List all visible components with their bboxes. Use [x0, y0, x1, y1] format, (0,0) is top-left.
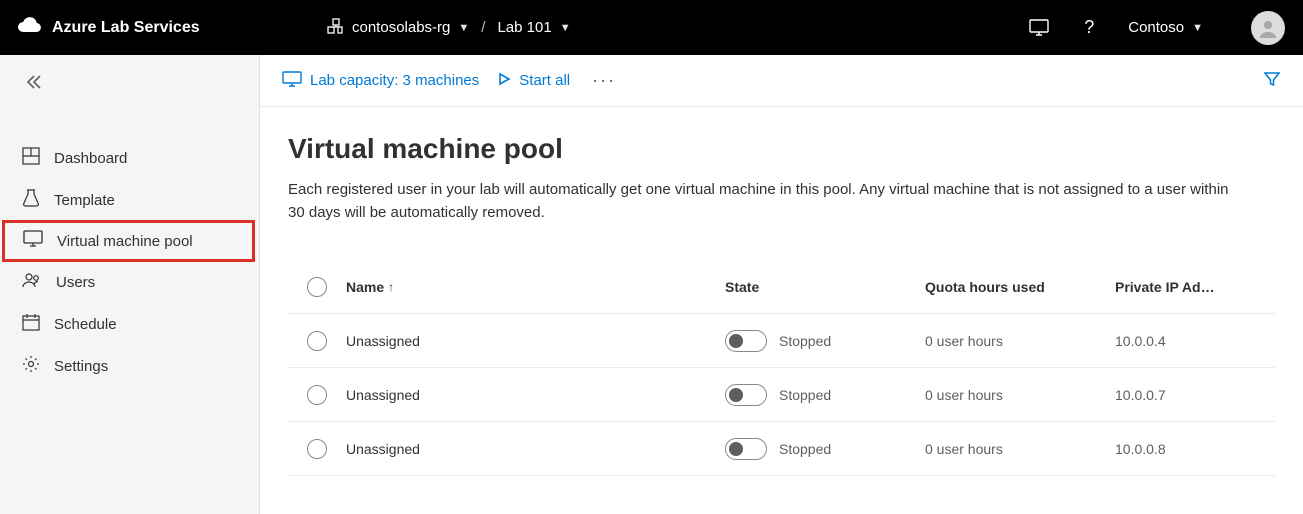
table-row[interactable]: Unassigned Stopped 0 user hours 10.0.0.4	[288, 314, 1275, 368]
main: Lab capacity: 3 machines Start all ··· V…	[260, 55, 1303, 514]
dashboard-icon	[22, 147, 40, 169]
sidebar-item-label: Users	[56, 274, 95, 291]
table-row[interactable]: Unassigned Stopped 0 user hours 10.0.0.8	[288, 422, 1275, 476]
brand[interactable]: Azure Lab Services	[16, 15, 326, 40]
play-icon	[497, 72, 511, 90]
col-header-ip[interactable]: Private IP Ad…	[1115, 279, 1275, 295]
cell-ip: 10.0.0.7	[1115, 387, 1275, 403]
content: Virtual machine pool Each registered use…	[260, 107, 1303, 476]
template-icon	[22, 188, 40, 212]
cell-quota: 0 user hours	[925, 333, 1115, 349]
sidebar-item-label: Dashboard	[54, 150, 127, 167]
users-icon	[22, 271, 42, 293]
collapse-sidebar-button[interactable]	[0, 57, 259, 107]
cell-state: Stopped	[779, 387, 831, 403]
filter-button[interactable]	[1263, 70, 1281, 91]
cell-quota: 0 user hours	[925, 441, 1115, 457]
user-menu[interactable]: Contoso ▼	[1128, 19, 1203, 36]
cell-name: Unassigned	[346, 441, 725, 457]
sidebar-item-label: Schedule	[54, 316, 117, 333]
sidebar: Dashboard Template Virtual machine pool …	[0, 55, 260, 514]
cell-name: Unassigned	[346, 387, 725, 403]
select-all-radio[interactable]	[307, 277, 327, 297]
cell-name: Unassigned	[346, 333, 725, 349]
state-toggle[interactable]	[725, 384, 767, 406]
col-header-name[interactable]: Name ↑	[346, 279, 725, 295]
brand-label: Azure Lab Services	[52, 19, 200, 37]
crumb2-label: Lab 101	[497, 19, 551, 36]
avatar[interactable]	[1251, 11, 1285, 45]
help-icon[interactable]: ?	[1078, 17, 1100, 39]
state-toggle[interactable]	[725, 330, 767, 352]
cloud-icon	[16, 15, 42, 40]
cell-ip: 10.0.0.8	[1115, 441, 1275, 457]
user-label: Contoso	[1128, 19, 1184, 36]
vm-table: Name ↑ State Quota hours used Private IP…	[288, 260, 1275, 476]
sidebar-item-settings[interactable]: Settings	[0, 345, 259, 387]
toolbar: Lab capacity: 3 machines Start all ···	[260, 55, 1303, 107]
sidebar-item-label: Settings	[54, 358, 108, 375]
more-button[interactable]: ···	[588, 70, 616, 91]
cell-quota: 0 user hours	[925, 387, 1115, 403]
sidebar-item-vm-pool[interactable]: Virtual machine pool	[2, 220, 255, 262]
row-select-radio[interactable]	[307, 439, 327, 459]
rg-icon	[326, 17, 344, 39]
start-all-label: Start all	[519, 72, 570, 89]
col-header-name-label: Name	[346, 279, 384, 295]
sidebar-item-schedule[interactable]: Schedule	[0, 303, 259, 345]
chevron-down-icon: ▼	[458, 22, 469, 34]
capacity-label: Lab capacity: 3 machines	[310, 72, 479, 89]
cell-state: Stopped	[779, 333, 831, 349]
chevron-down-icon: ▼	[560, 22, 571, 34]
page-title: Virtual machine pool	[288, 133, 1275, 165]
crumb1-label: contosolabs-rg	[352, 19, 450, 36]
monitor-icon	[23, 230, 43, 252]
breadcrumb-separator: /	[481, 19, 485, 36]
row-select-radio[interactable]	[307, 385, 327, 405]
topbar-right: ? Contoso ▼	[1028, 11, 1285, 45]
state-toggle[interactable]	[725, 438, 767, 460]
col-header-state[interactable]: State	[725, 279, 925, 295]
sidebar-item-users[interactable]: Users	[0, 261, 259, 303]
monitor-icon[interactable]	[1028, 17, 1050, 39]
table-row[interactable]: Unassigned Stopped 0 user hours 10.0.0.7	[288, 368, 1275, 422]
lab-capacity-button[interactable]: Lab capacity: 3 machines	[282, 71, 479, 91]
sidebar-item-template[interactable]: Template	[0, 179, 259, 221]
cell-state: Stopped	[779, 441, 831, 457]
col-header-quota[interactable]: Quota hours used	[925, 279, 1115, 295]
cell-ip: 10.0.0.4	[1115, 333, 1275, 349]
sidebar-item-dashboard[interactable]: Dashboard	[0, 137, 259, 179]
topbar: Azure Lab Services contosolabs-rg ▼ / La…	[0, 0, 1303, 55]
sort-asc-icon: ↑	[388, 280, 394, 294]
breadcrumbs: contosolabs-rg ▼ / Lab 101 ▼	[326, 17, 571, 39]
calendar-icon	[22, 313, 40, 335]
lab-crumb[interactable]: Lab 101 ▼	[497, 19, 570, 36]
table-header: Name ↑ State Quota hours used Private IP…	[288, 260, 1275, 314]
row-select-radio[interactable]	[307, 331, 327, 351]
gear-icon	[22, 355, 40, 377]
sidebar-item-label: Virtual machine pool	[57, 233, 193, 250]
monitor-icon	[282, 71, 302, 91]
resource-group-crumb[interactable]: contosolabs-rg ▼	[326, 17, 469, 39]
chevron-down-icon: ▼	[1192, 22, 1203, 34]
sidebar-item-label: Template	[54, 192, 115, 209]
start-all-button[interactable]: Start all	[497, 72, 570, 90]
page-description: Each registered user in your lab will au…	[288, 179, 1248, 224]
